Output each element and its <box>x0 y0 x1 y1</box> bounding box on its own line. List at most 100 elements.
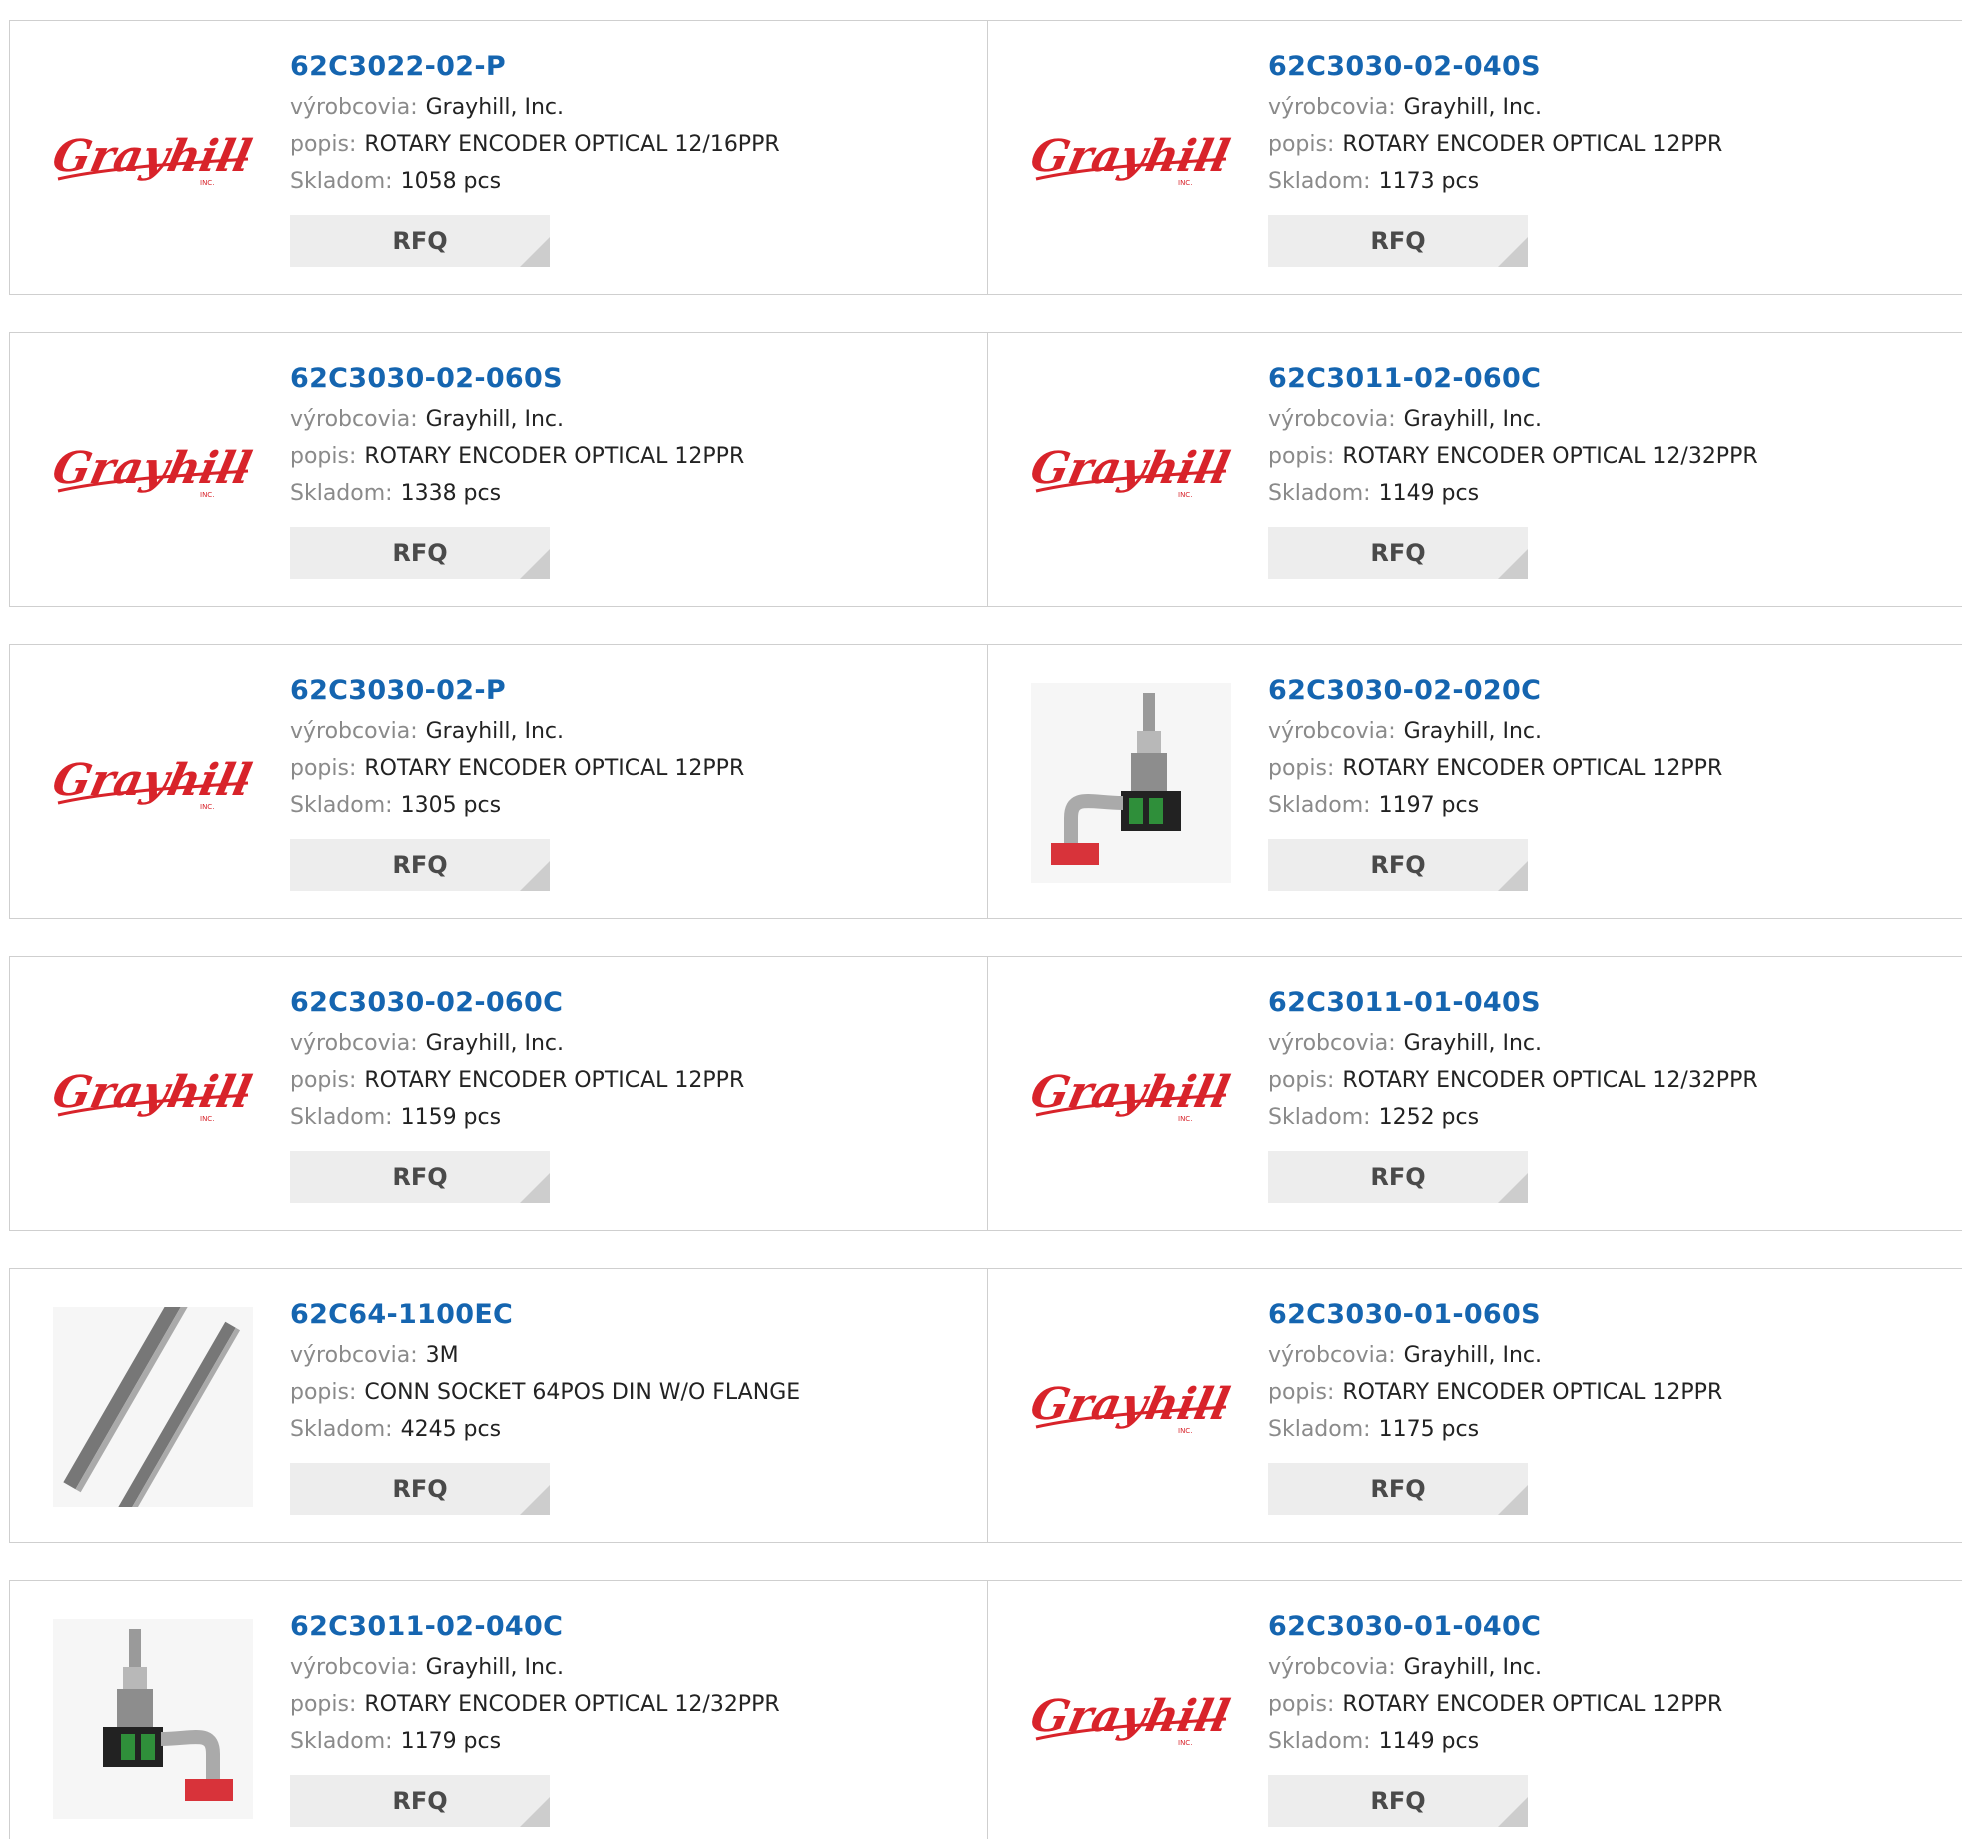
manufacturer-line: výrobcovia: Grayhill, Inc. <box>290 1649 950 1686</box>
stock-label: Skladom: <box>290 1417 393 1442</box>
product-card: 62C3011-02-040C výrobcovia: Grayhill, Inc… <box>10 1581 988 1839</box>
part-number-link[interactable]: 62C3030-02-060S <box>290 361 950 401</box>
grayhill-logo-icon: Grayhill INC. <box>50 442 255 499</box>
stock-line: Skladom: 1149 pcs <box>1268 475 1928 512</box>
rfq-button[interactable]: RFQ <box>1268 527 1528 579</box>
stock-label: Skladom: <box>1268 169 1371 194</box>
manufacturer-line: výrobcovia: Grayhill, Inc. <box>290 401 950 438</box>
description-label: popis: <box>290 1692 357 1717</box>
stock-value: 1179 pcs <box>400 1729 502 1754</box>
rfq-button[interactable]: RFQ <box>290 1151 550 1203</box>
stock-line: Skladom: 1173 pcs <box>1268 163 1928 200</box>
manufacturer-label: výrobcovia: <box>290 719 418 744</box>
product-thumbnail[interactable]: Grayhill INC. <box>1028 59 1233 259</box>
description-label: popis: <box>290 444 357 469</box>
product-thumbnail[interactable] <box>50 1307 255 1507</box>
rfq-button-label: RFQ <box>392 1475 448 1503</box>
stock-line: Skladom: 1305 pcs <box>290 787 950 824</box>
stock-line: Skladom: 1175 pcs <box>1268 1411 1928 1448</box>
manufacturer-label: výrobcovia: <box>1268 1343 1396 1368</box>
part-number-link[interactable]: 62C3030-01-040C <box>1268 1609 1928 1649</box>
description-value: ROTARY ENCODER OPTICAL 12/32PPR <box>1342 444 1758 469</box>
part-number-link[interactable]: 62C3030-02-040S <box>1268 49 1928 89</box>
part-number-link[interactable]: 62C3030-01-060S <box>1268 1297 1928 1337</box>
rfq-button[interactable]: RFQ <box>1268 1463 1528 1515</box>
svg-text:INC.: INC. <box>1178 491 1192 499</box>
product-thumbnail[interactable]: Grayhill INC. <box>1028 371 1233 571</box>
manufacturer-value: Grayhill, Inc. <box>425 1031 564 1056</box>
description-line: popis: ROTARY ENCODER OPTICAL 12PPR <box>1268 1686 1928 1723</box>
rotary-encoder-image <box>52 1619 253 1819</box>
stock-value: 1159 pcs <box>400 1105 502 1130</box>
rfq-button[interactable]: RFQ <box>290 839 550 891</box>
part-number-link[interactable]: 62C3030-02-P <box>290 673 950 713</box>
rfq-button-label: RFQ <box>392 851 448 879</box>
description-line: popis: ROTARY ENCODER OPTICAL 12/32PPR <box>1268 1062 1928 1099</box>
manufacturer-value: Grayhill, Inc. <box>1403 1031 1542 1056</box>
product-thumbnail[interactable]: Grayhill INC. <box>1028 995 1233 1195</box>
rfq-button[interactable]: RFQ <box>1268 839 1528 891</box>
svg-text:INC.: INC. <box>200 179 214 187</box>
product-thumbnail[interactable]: Grayhill INC. <box>1028 1619 1233 1819</box>
manufacturer-line: výrobcovia: Grayhill, Inc. <box>1268 89 1928 126</box>
product-thumbnail[interactable]: Grayhill INC. <box>50 371 255 571</box>
description-line: popis: ROTARY ENCODER OPTICAL 12/32PPR <box>1268 438 1928 475</box>
rfq-corner-decoration <box>520 1485 550 1515</box>
manufacturer-value: Grayhill, Inc. <box>425 1655 564 1680</box>
part-number-link[interactable]: 62C3011-02-060C <box>1268 361 1928 401</box>
rfq-corner-decoration <box>520 1173 550 1203</box>
product-thumbnail[interactable]: Grayhill INC. <box>50 995 255 1195</box>
description-label: popis: <box>290 756 357 781</box>
manufacturer-label: výrobcovia: <box>1268 1655 1396 1680</box>
description-line: popis: ROTARY ENCODER OPTICAL 12PPR <box>290 1062 950 1099</box>
rfq-button[interactable]: RFQ <box>1268 1151 1528 1203</box>
part-number-link[interactable]: 62C3011-02-040C <box>290 1609 950 1649</box>
grayhill-logo-icon: Grayhill INC. <box>50 1066 255 1123</box>
svg-text:Grayhill: Grayhill <box>50 130 255 181</box>
svg-text:INC.: INC. <box>200 1115 214 1123</box>
rfq-button-label: RFQ <box>392 227 448 255</box>
description-line: popis: ROTARY ENCODER OPTICAL 12PPR <box>290 438 950 475</box>
rfq-button-label: RFQ <box>1370 1787 1426 1815</box>
rfq-button[interactable]: RFQ <box>290 527 550 579</box>
rfq-corner-decoration <box>520 237 550 267</box>
stock-value: 1197 pcs <box>1378 793 1480 818</box>
manufacturer-value: Grayhill, Inc. <box>1403 1655 1542 1680</box>
description-value: ROTARY ENCODER OPTICAL 12PPR <box>1342 1380 1723 1405</box>
manufacturer-line: výrobcovia: Grayhill, Inc. <box>1268 1649 1928 1686</box>
stock-label: Skladom: <box>1268 1105 1371 1130</box>
svg-text:INC.: INC. <box>200 491 214 499</box>
svg-text:Grayhill: Grayhill <box>1028 1066 1233 1117</box>
stock-value: 1058 pcs <box>400 169 502 194</box>
rfq-button[interactable]: RFQ <box>290 1775 550 1827</box>
part-number-link[interactable]: 62C64-1100EC <box>290 1297 950 1337</box>
svg-text:INC.: INC. <box>1178 1427 1192 1435</box>
description-label: popis: <box>1268 1692 1335 1717</box>
stock-value: 1175 pcs <box>1378 1417 1480 1442</box>
description-label: popis: <box>1268 444 1335 469</box>
description-value: ROTARY ENCODER OPTICAL 12PPR <box>1342 1692 1723 1717</box>
svg-text:INC.: INC. <box>1178 179 1192 187</box>
description-value: ROTARY ENCODER OPTICAL 12PPR <box>364 444 745 469</box>
product-thumbnail[interactable]: Grayhill INC. <box>50 683 255 883</box>
rfq-corner-decoration <box>1498 1173 1528 1203</box>
rfq-button[interactable]: RFQ <box>290 1463 550 1515</box>
product-thumbnail[interactable]: Grayhill INC. <box>1028 1307 1233 1507</box>
rfq-button[interactable]: RFQ <box>290 215 550 267</box>
manufacturer-line: výrobcovia: Grayhill, Inc. <box>1268 1337 1928 1374</box>
product-thumbnail[interactable]: Grayhill INC. <box>50 59 255 259</box>
part-number-link[interactable]: 62C3022-02-P <box>290 49 950 89</box>
product-thumbnail[interactable] <box>1028 683 1233 883</box>
rfq-button[interactable]: RFQ <box>1268 215 1528 267</box>
product-thumbnail[interactable] <box>50 1619 255 1819</box>
rfq-button-label: RFQ <box>392 539 448 567</box>
rfq-corner-decoration <box>1498 237 1528 267</box>
description-value: CONN SOCKET 64POS DIN W/O FLANGE <box>364 1380 801 1405</box>
part-number-link[interactable]: 62C3030-02-060C <box>290 985 950 1025</box>
rfq-button[interactable]: RFQ <box>1268 1775 1528 1827</box>
manufacturer-line: výrobcovia: 3M <box>290 1337 950 1374</box>
part-number-link[interactable]: 62C3030-02-020C <box>1268 673 1928 713</box>
stock-label: Skladom: <box>290 169 393 194</box>
manufacturer-value: 3M <box>425 1343 459 1368</box>
part-number-link[interactable]: 62C3011-01-040S <box>1268 985 1928 1025</box>
